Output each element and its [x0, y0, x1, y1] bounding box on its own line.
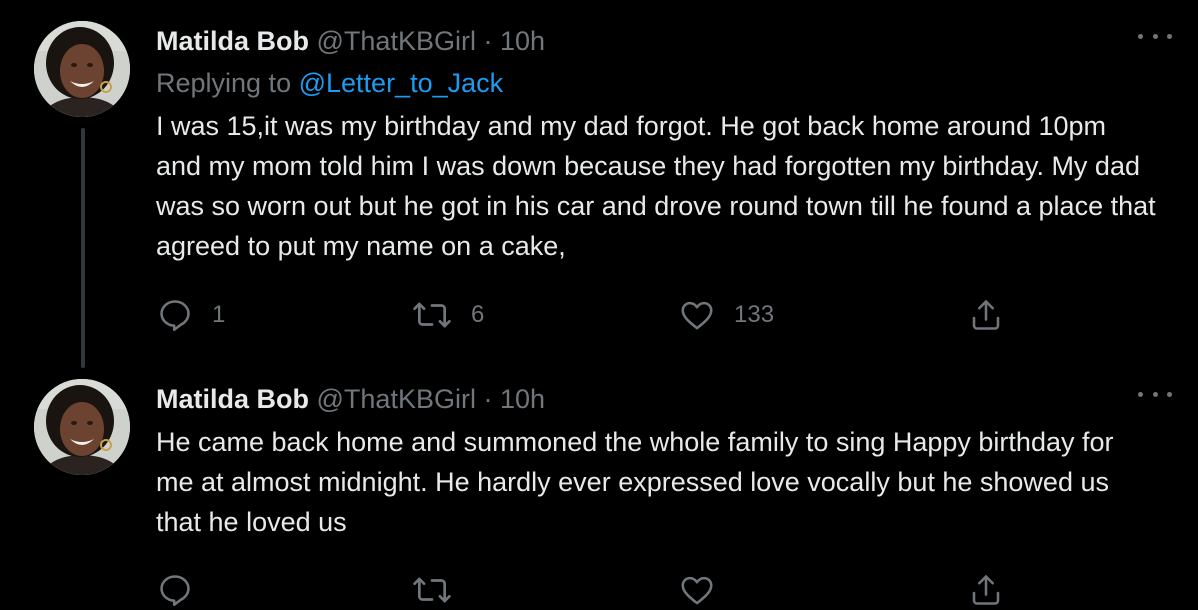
tweet-header: Matilda Bob @ThatKBGirl · 10h — [156, 380, 1156, 418]
more-icon — [1138, 391, 1143, 397]
retweet-icon — [413, 577, 451, 603]
avatar-image — [34, 379, 130, 475]
reply-button[interactable] — [156, 570, 194, 610]
author-name[interactable]: Matilda Bob — [156, 26, 309, 56]
replying-to-label: Replying to — [156, 68, 292, 98]
tweet-content: Matilda Bob @ThatKBGirl · 10h He came ba… — [156, 380, 1156, 542]
author-handle[interactable]: @ThatKBGirl — [317, 26, 476, 56]
more-icon — [1138, 33, 1143, 39]
retweet-count: 6 — [471, 301, 485, 328]
author-name[interactable]: Matilda Bob — [156, 384, 309, 414]
replying-to: Replying to @Letter_to_Jack — [156, 64, 1156, 102]
heart-icon — [681, 576, 713, 605]
more-icon-dot — [1152, 33, 1158, 39]
reply-icon — [160, 575, 190, 606]
retweet-button[interactable] — [411, 570, 453, 610]
tweet-text: He came back home and summoned the whole… — [156, 427, 1114, 537]
share-icon — [972, 575, 1000, 605]
author-handle[interactable]: @ThatKBGirl — [317, 384, 476, 414]
tweet-actions — [156, 570, 1016, 610]
more-options-button[interactable] — [1138, 384, 1172, 404]
retweet-icon — [413, 302, 451, 328]
share-button[interactable] — [968, 295, 1004, 335]
reply-button[interactable]: 1 — [156, 295, 225, 335]
thread-connector-line — [81, 128, 85, 368]
like-button[interactable] — [678, 570, 716, 610]
more-options-button[interactable] — [1138, 26, 1172, 46]
more-icon-dot — [1152, 391, 1158, 397]
avatar-image — [34, 21, 130, 117]
tweet-timestamp[interactable]: 10h — [500, 26, 545, 56]
avatar[interactable] — [34, 379, 130, 475]
share-button[interactable] — [968, 570, 1004, 610]
like-count: 133 — [734, 301, 775, 328]
avatar[interactable] — [34, 21, 130, 117]
tweet-text: I was 15,it was my birthday and my dad f… — [156, 111, 1156, 261]
tweet-content: Matilda Bob @ThatKBGirl · 10h Replying t… — [156, 22, 1156, 266]
heart-icon — [681, 301, 713, 330]
tweet-header: Matilda Bob @ThatKBGirl · 10h — [156, 22, 1156, 60]
replying-to-handle-link[interactable]: @Letter_to_Jack — [299, 68, 504, 98]
separator-dot: · — [483, 26, 493, 56]
retweet-button[interactable]: 6 — [411, 295, 484, 335]
separator-dot: · — [483, 384, 493, 414]
reply-count: 1 — [212, 301, 226, 328]
tweet-actions: 1 6 133 — [156, 295, 1016, 335]
more-icon-dot — [1167, 33, 1172, 39]
share-icon — [972, 300, 1000, 330]
more-icon-dot — [1167, 391, 1172, 397]
reply-icon — [160, 300, 190, 331]
tweet-timestamp[interactable]: 10h — [500, 384, 545, 414]
like-button[interactable]: 133 — [678, 295, 774, 335]
